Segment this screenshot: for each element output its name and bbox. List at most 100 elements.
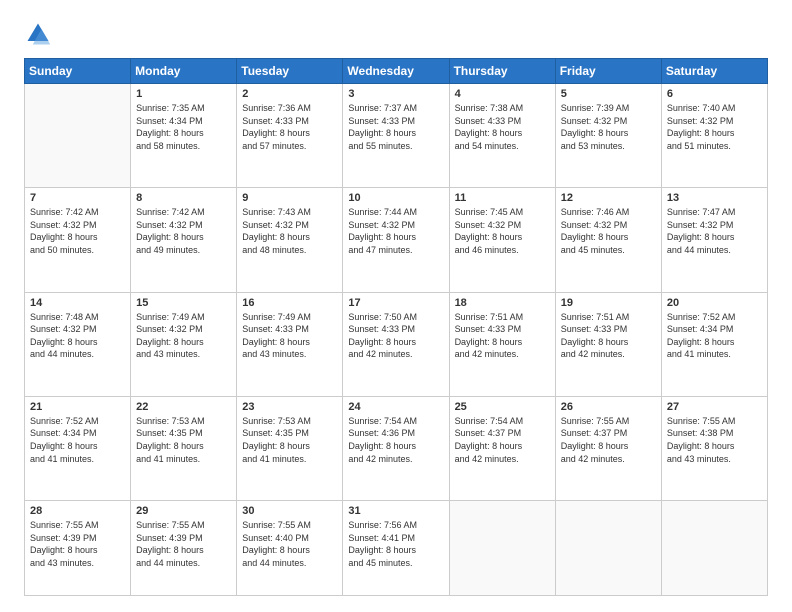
calendar-week-row: 7 Sunrise: 7:42 AM Sunset: 4:32 PM Daylig… [25,188,768,292]
logo [24,20,56,48]
day-number: 18 [455,297,550,309]
day-number: 9 [242,192,337,204]
day-number: 13 [667,192,762,204]
day-number: 11 [455,192,550,204]
weekday-header: Monday [131,59,237,84]
day-number: 28 [30,505,125,517]
day-info: Sunrise: 7:48 AM Sunset: 4:32 PM Dayligh… [30,311,125,361]
calendar-cell [555,501,661,596]
day-info: Sunrise: 7:51 AM Sunset: 4:33 PM Dayligh… [455,311,550,361]
calendar-cell: 10Sunrise: 7:44 AM Sunset: 4:32 PM Dayli… [343,188,449,292]
day-number: 21 [30,401,125,413]
calendar-cell [661,501,767,596]
calendar-cell: 2 Sunrise: 7:36 AM Sunset: 4:33 PM Daylig… [237,84,343,188]
day-number: 3 [348,88,443,100]
calendar: SundayMondayTuesdayWednesdayThursdayFrid… [24,58,768,596]
day-info: Sunrise: 7:39 AM Sunset: 4:32 PM Dayligh… [561,102,656,152]
weekday-header: Friday [555,59,661,84]
day-info: Sunrise: 7:40 AM Sunset: 4:32 PM Dayligh… [667,102,762,152]
calendar-cell: 19 Sunrise: 7:51 AM Sunset: 4:33 PM Dayli… [555,292,661,396]
calendar-cell: 8 Sunrise: 7:42 AM Sunset: 4:32 PM Daylig… [131,188,237,292]
day-number: 27 [667,401,762,413]
day-number: 17 [348,297,443,309]
day-number: 22 [136,401,231,413]
day-number: 2 [242,88,337,100]
day-info: Sunrise: 7:49 AM Sunset: 4:32 PM Dayligh… [136,311,231,361]
calendar-cell: 28 Sunrise: 7:55 AM Sunset: 4:39 PM Dayli… [25,501,131,596]
day-info: Sunrise: 7:51 AM Sunset: 4:33 PM Dayligh… [561,311,656,361]
page: SundayMondayTuesdayWednesdayThursdayFrid… [0,0,792,612]
weekday-header: Saturday [661,59,767,84]
weekday-header: Wednesday [343,59,449,84]
day-info: Sunrise: 7:55 AM Sunset: 4:40 PM Dayligh… [242,519,337,569]
day-number: 16 [242,297,337,309]
day-info: Sunrise: 7:46 AM Sunset: 4:32 PM Dayligh… [561,206,656,256]
calendar-cell: 16 Sunrise: 7:49 AM Sunset: 4:33 PM Dayli… [237,292,343,396]
calendar-cell: 22 Sunrise: 7:53 AM Sunset: 4:35 PM Dayli… [131,396,237,500]
calendar-cell: 6 Sunrise: 7:40 AM Sunset: 4:32 PM Daylig… [661,84,767,188]
calendar-header-row: SundayMondayTuesdayWednesdayThursdayFrid… [25,59,768,84]
calendar-cell: 5 Sunrise: 7:39 AM Sunset: 4:32 PM Daylig… [555,84,661,188]
day-info: Sunrise: 7:35 AM Sunset: 4:34 PM Dayligh… [136,102,231,152]
calendar-cell: 13 Sunrise: 7:47 AM Sunset: 4:32 PM Dayli… [661,188,767,292]
calendar-week-row: 28 Sunrise: 7:55 AM Sunset: 4:39 PM Dayli… [25,501,768,596]
day-info: Sunrise: 7:38 AM Sunset: 4:33 PM Dayligh… [455,102,550,152]
day-number: 24 [348,401,443,413]
calendar-cell: 27 Sunrise: 7:55 AM Sunset: 4:38 PM Dayli… [661,396,767,500]
day-number: 15 [136,297,231,309]
day-info: Sunrise: 7:44 AM Sunset: 4:32 PM Dayligh… [348,206,443,256]
header [24,20,768,48]
day-info: Sunrise: 7:54 AM Sunset: 4:36 PM Dayligh… [348,415,443,465]
calendar-cell: 11Sunrise: 7:45 AM Sunset: 4:32 PM Dayli… [449,188,555,292]
day-info: Sunrise: 7:50 AM Sunset: 4:33 PM Dayligh… [348,311,443,361]
day-info: Sunrise: 7:47 AM Sunset: 4:32 PM Dayligh… [667,206,762,256]
day-number: 5 [561,88,656,100]
day-number: 19 [561,297,656,309]
calendar-cell: 26 Sunrise: 7:55 AM Sunset: 4:37 PM Dayli… [555,396,661,500]
calendar-cell: 24 Sunrise: 7:54 AM Sunset: 4:36 PM Dayli… [343,396,449,500]
calendar-cell: 14Sunrise: 7:48 AM Sunset: 4:32 PM Dayli… [25,292,131,396]
day-info: Sunrise: 7:56 AM Sunset: 4:41 PM Dayligh… [348,519,443,569]
calendar-cell: 23 Sunrise: 7:53 AM Sunset: 4:35 PM Dayli… [237,396,343,500]
day-info: Sunrise: 7:55 AM Sunset: 4:38 PM Dayligh… [667,415,762,465]
weekday-header: Tuesday [237,59,343,84]
day-number: 1 [136,88,231,100]
day-info: Sunrise: 7:54 AM Sunset: 4:37 PM Dayligh… [455,415,550,465]
day-info: Sunrise: 7:42 AM Sunset: 4:32 PM Dayligh… [30,206,125,256]
day-info: Sunrise: 7:36 AM Sunset: 4:33 PM Dayligh… [242,102,337,152]
day-number: 26 [561,401,656,413]
calendar-cell: 21 Sunrise: 7:52 AM Sunset: 4:34 PM Dayli… [25,396,131,500]
calendar-cell: 20 Sunrise: 7:52 AM Sunset: 4:34 PM Dayli… [661,292,767,396]
weekday-header: Thursday [449,59,555,84]
day-number: 6 [667,88,762,100]
day-info: Sunrise: 7:52 AM Sunset: 4:34 PM Dayligh… [667,311,762,361]
day-info: Sunrise: 7:55 AM Sunset: 4:39 PM Dayligh… [30,519,125,569]
day-info: Sunrise: 7:42 AM Sunset: 4:32 PM Dayligh… [136,206,231,256]
day-info: Sunrise: 7:52 AM Sunset: 4:34 PM Dayligh… [30,415,125,465]
day-number: 4 [455,88,550,100]
calendar-cell: 31 Sunrise: 7:56 AM Sunset: 4:41 PM Dayli… [343,501,449,596]
calendar-week-row: 1 Sunrise: 7:35 AM Sunset: 4:34 PM Daylig… [25,84,768,188]
day-number: 30 [242,505,337,517]
day-info: Sunrise: 7:43 AM Sunset: 4:32 PM Dayligh… [242,206,337,256]
day-info: Sunrise: 7:53 AM Sunset: 4:35 PM Dayligh… [136,415,231,465]
day-number: 23 [242,401,337,413]
calendar-cell: 30 Sunrise: 7:55 AM Sunset: 4:40 PM Dayli… [237,501,343,596]
day-number: 12 [561,192,656,204]
calendar-cell: 12 Sunrise: 7:46 AM Sunset: 4:32 PM Dayli… [555,188,661,292]
day-number: 31 [348,505,443,517]
calendar-week-row: 14Sunrise: 7:48 AM Sunset: 4:32 PM Dayli… [25,292,768,396]
day-info: Sunrise: 7:53 AM Sunset: 4:35 PM Dayligh… [242,415,337,465]
calendar-cell: 25Sunrise: 7:54 AM Sunset: 4:37 PM Dayli… [449,396,555,500]
day-info: Sunrise: 7:49 AM Sunset: 4:33 PM Dayligh… [242,311,337,361]
day-number: 20 [667,297,762,309]
day-number: 7 [30,192,125,204]
day-info: Sunrise: 7:55 AM Sunset: 4:37 PM Dayligh… [561,415,656,465]
calendar-cell: 29Sunrise: 7:55 AM Sunset: 4:39 PM Dayli… [131,501,237,596]
calendar-cell [449,501,555,596]
day-info: Sunrise: 7:55 AM Sunset: 4:39 PM Dayligh… [136,519,231,569]
day-number: 8 [136,192,231,204]
calendar-cell: 3Sunrise: 7:37 AM Sunset: 4:33 PM Daylig… [343,84,449,188]
weekday-header: Sunday [25,59,131,84]
calendar-cell: 15 Sunrise: 7:49 AM Sunset: 4:32 PM Dayli… [131,292,237,396]
